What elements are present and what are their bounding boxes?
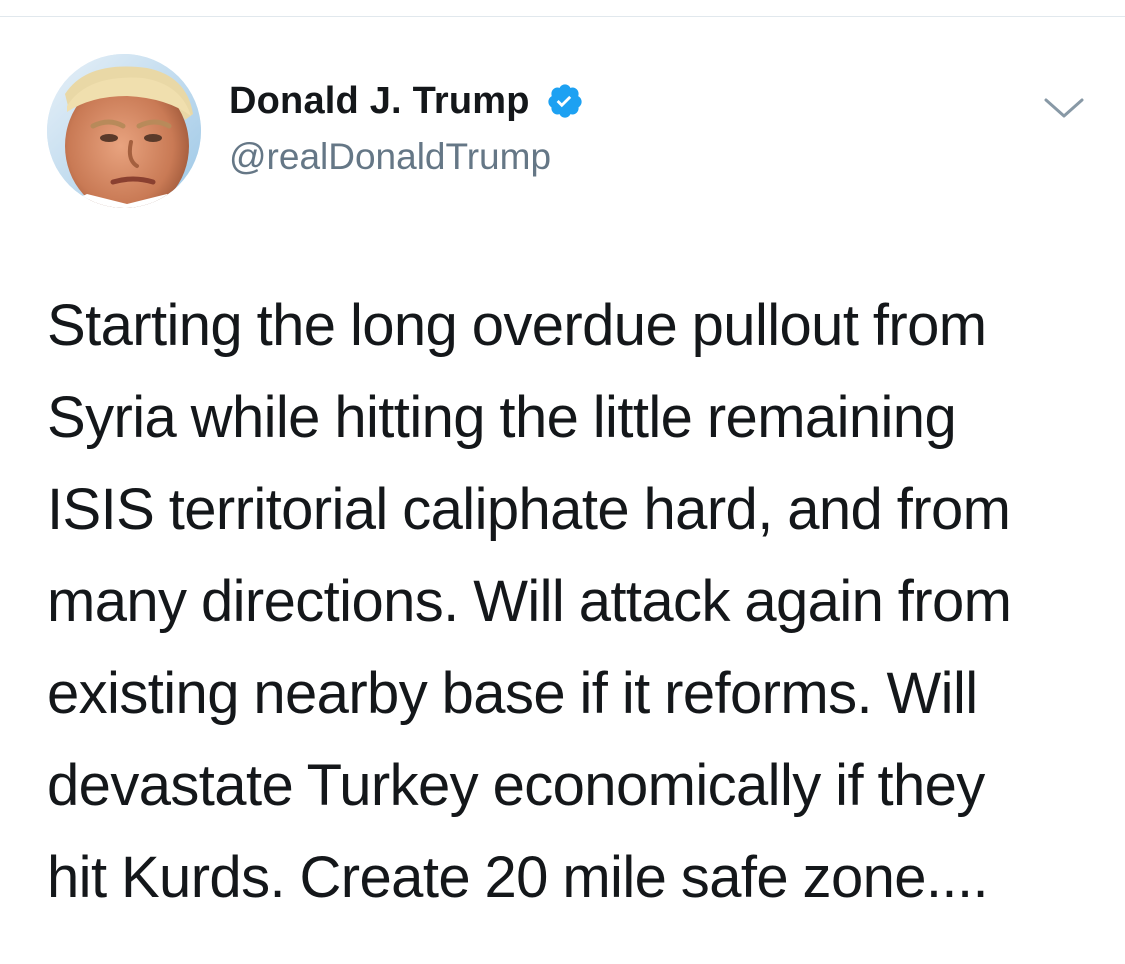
- tweet-text-line: existing nearby base if it reforms. Will: [47, 661, 978, 726]
- tweet-text-line: ISIS territorial caliphate hard, and fro…: [47, 477, 1011, 542]
- tweet-text-line: Syria while hitting the little remaining: [47, 385, 957, 450]
- tweet-menu-button[interactable]: [1040, 92, 1088, 124]
- tweet-text: Starting the long overdue pullout from S…: [47, 280, 1107, 924]
- author-block[interactable]: Donald J. Trump @realDonaldTrump: [229, 78, 584, 178]
- user-handle[interactable]: @realDonaldTrump: [229, 136, 584, 178]
- chevron-down-icon: [1044, 98, 1084, 118]
- tweet-text-line: many directions. Will attack again from: [47, 569, 1012, 634]
- avatar[interactable]: [47, 54, 201, 208]
- display-name[interactable]: Donald J. Trump: [229, 80, 530, 123]
- tweet-text-line: Starting the long overdue pullout from: [47, 293, 987, 358]
- tweet-text-line: devastate Turkey economically if they: [47, 753, 985, 818]
- verified-badge-icon: [546, 82, 584, 120]
- tweet-text-line: hit Kurds. Create 20 mile safe zone....: [47, 845, 989, 910]
- name-row: Donald J. Trump: [229, 78, 584, 124]
- tweet: Donald J. Trump @realDonaldTrump Startin…: [0, 0, 1125, 964]
- profile-photo: [47, 54, 201, 208]
